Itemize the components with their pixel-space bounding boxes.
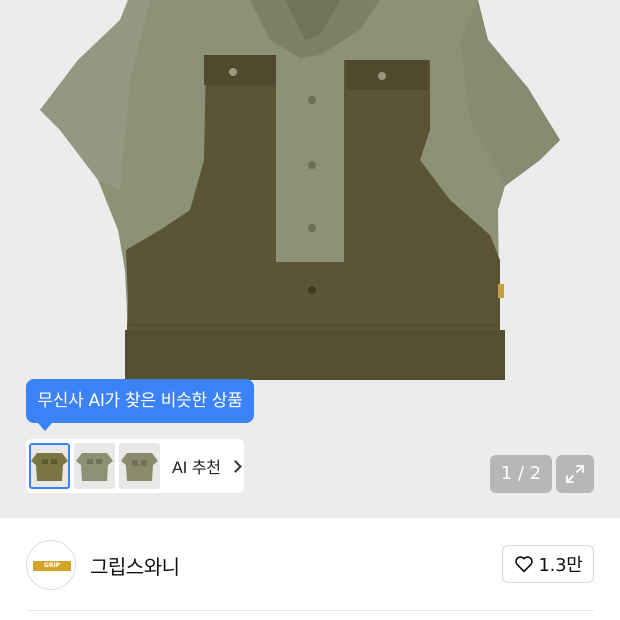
chevron-right-icon — [228, 459, 242, 473]
ai-thumb-3[interactable] — [119, 443, 160, 489]
ai-similar-tooltip: 무신사 AI가 찾은 비슷한 상품 — [26, 379, 254, 423]
tooltip-tail — [38, 423, 52, 431]
image-page-counter: 1 / 2 — [490, 455, 552, 493]
brand-logo[interactable]: GRIP SWANY — [26, 540, 76, 590]
ai-thumb-2[interactable] — [74, 443, 115, 489]
like-button[interactable]: 1.3만 — [502, 545, 594, 583]
ai-recommend-label[interactable]: AI 추천 — [172, 454, 221, 478]
heart-icon — [514, 556, 533, 573]
section-divider — [26, 610, 594, 611]
ai-recommend-strip[interactable]: AI 추천 — [26, 439, 244, 493]
product-image-gallery[interactable]: 무신사 AI가 찾은 비슷한 상품 AI 추천 1 / 2 — [0, 0, 620, 518]
logo-text: GRIP SWANY — [39, 562, 65, 579]
like-count: 1.3만 — [538, 555, 583, 576]
brand-name[interactable]: 그립스와니 — [90, 551, 180, 580]
expand-image-button[interactable] — [556, 455, 594, 493]
expand-arrows-icon — [566, 465, 584, 483]
ai-thumb-1[interactable] — [29, 443, 70, 489]
